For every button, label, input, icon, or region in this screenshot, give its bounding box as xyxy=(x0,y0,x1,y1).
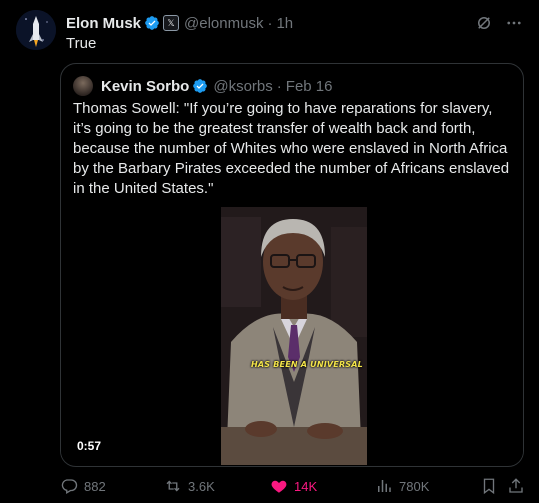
quote-text: Thomas Sowell: "If you’re going to have … xyxy=(73,100,510,197)
like-icon xyxy=(271,480,287,493)
header-actions xyxy=(475,14,523,32)
video-player[interactable]: HAS BEEN A UNIVERSAL 0:57 xyxy=(61,207,523,465)
reply-icon xyxy=(61,479,78,494)
x-affiliate-badge-icon[interactable]: 𝕏 xyxy=(163,15,180,31)
quote-header: Kevin Sorbo @ksorbs · Feb 16 xyxy=(73,76,332,96)
like-count: 14K xyxy=(294,478,318,494)
share-button[interactable] xyxy=(507,476,525,496)
tweet-header: Elon Musk 𝕏 @elonmusk · 1h xyxy=(66,13,523,33)
views-icon xyxy=(378,480,391,492)
reply-count: 882 xyxy=(84,478,106,494)
reply-button[interactable]: 882 xyxy=(60,476,106,496)
tweet-time[interactable]: 1h xyxy=(276,15,293,32)
tweet-text: True xyxy=(66,35,97,52)
author-handle[interactable]: @elonmusk xyxy=(184,15,263,32)
separator-dot: · xyxy=(267,14,273,32)
video-duration: 0:57 xyxy=(77,439,102,453)
separator-dot: · xyxy=(276,77,282,95)
author-name[interactable]: Elon Musk xyxy=(66,15,141,32)
quote-date[interactable]: Feb 16 xyxy=(286,78,333,95)
video-frame[interactable]: HAS BEEN A UNIVERSAL xyxy=(221,207,367,465)
verified-badge-icon xyxy=(193,79,208,93)
more-icon[interactable] xyxy=(505,14,523,32)
grok-icon[interactable] xyxy=(475,14,493,32)
views-button[interactable]: 780K xyxy=(375,476,429,496)
rocket-avatar-image xyxy=(16,10,56,50)
bookmark-icon xyxy=(483,478,495,495)
video-thumbnail-image xyxy=(221,207,367,465)
repost-count: 3.6K xyxy=(188,478,215,494)
quote-tweet-card[interactable]: Kevin Sorbo @ksorbs · Feb 16 Thomas Sowe… xyxy=(60,63,524,467)
quote-author-avatar[interactable] xyxy=(73,76,93,96)
video-caption: HAS BEEN A UNIVERSAL xyxy=(251,360,363,369)
quote-author-handle[interactable]: @ksorbs xyxy=(213,78,272,95)
action-bar: 882 3.6K 14K 780K xyxy=(60,476,530,496)
repost-icon xyxy=(166,480,180,492)
share-icon xyxy=(509,478,523,493)
repost-button[interactable]: 3.6K xyxy=(164,476,215,496)
bookmark-button[interactable] xyxy=(480,476,498,496)
views-count: 780K xyxy=(399,478,430,494)
author-avatar[interactable] xyxy=(16,10,56,50)
like-button[interactable]: 14K xyxy=(270,476,317,496)
quote-author-name[interactable]: Kevin Sorbo xyxy=(101,78,189,95)
verified-badge-icon xyxy=(145,16,159,30)
